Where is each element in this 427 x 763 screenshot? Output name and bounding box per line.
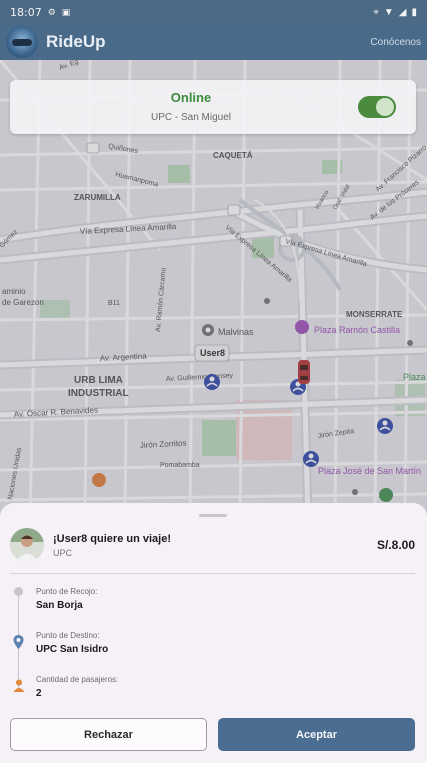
notification-square-icon: ▣ xyxy=(61,6,71,17)
driver-status-card: Online UPC - San Miguel xyxy=(10,80,416,134)
route-shield xyxy=(86,142,100,154)
map-label-naciones: Naciones Unidas xyxy=(7,447,23,501)
pickup-dot-icon xyxy=(14,587,23,596)
restaurant-poi-icon[interactable] xyxy=(92,473,106,487)
about-us-link[interactable]: Conócenos xyxy=(370,37,421,48)
map-label-malvinas: Malvinas xyxy=(218,327,254,337)
map-label-plaza-san-martin: Plaza José de San Martín xyxy=(318,466,421,476)
sheet-drag-handle[interactable] xyxy=(199,514,227,517)
destination-pin-icon xyxy=(13,635,24,649)
online-toggle-knob xyxy=(376,98,394,116)
park-poi-icon[interactable] xyxy=(379,488,393,502)
ride-request-title: ¡User8 quiere un viaje! xyxy=(53,533,171,545)
map-label-zarumilla: ZARUMILLA xyxy=(74,193,121,202)
map-park xyxy=(40,300,70,320)
passenger-marker-icon[interactable] xyxy=(204,374,220,390)
accept-button[interactable]: Aceptar xyxy=(218,718,415,751)
passenger-marker-icon[interactable] xyxy=(377,418,393,434)
map-label-b11: B11 xyxy=(108,300,120,307)
map-label-av-eg: Av. Eg xyxy=(58,60,79,72)
passenger-marker-icon[interactable] xyxy=(303,451,319,467)
destination-label: Punto de Destino: xyxy=(36,631,100,640)
map-poi-dot xyxy=(352,489,358,495)
passengers-value: 2 xyxy=(36,688,42,699)
ride-request-subtitle: UPC xyxy=(53,548,73,558)
map-poi-dot xyxy=(407,340,413,346)
car-marker-icon[interactable] xyxy=(298,360,310,384)
map-label-av-ramon: Av. Ramón Cárcamo xyxy=(155,267,168,332)
map-park xyxy=(168,165,190,183)
gear-icon: ⚙ xyxy=(47,6,56,17)
pickup-value: San Borja xyxy=(36,600,83,611)
map-poi-dot xyxy=(264,298,270,304)
app-bar: RideUp Conócenos xyxy=(0,24,427,60)
avatar xyxy=(10,528,44,562)
avatar-image xyxy=(10,528,44,562)
reject-button[interactable]: Rechazar xyxy=(10,718,207,751)
app-logo xyxy=(6,26,38,58)
user-map-tag-label: User8 xyxy=(200,348,225,358)
location-icon: ⌖ xyxy=(373,6,379,18)
pickup-label: Punto de Recojo: xyxy=(36,587,98,596)
map-label-pomabamba: Pomabamba xyxy=(160,462,200,469)
map-label-caqueta: CAQUETÁ xyxy=(213,151,253,160)
online-toggle[interactable] xyxy=(358,96,396,118)
battery-icon: ▮ xyxy=(411,6,417,18)
plaza-castilla-poi-icon[interactable] xyxy=(295,320,309,334)
app-title: RideUp xyxy=(46,32,106,51)
divider xyxy=(10,573,415,574)
status-time: 18:07 xyxy=(10,5,42,19)
destination-value: UPC San Isidro xyxy=(36,644,109,655)
malvinas-poi-dot xyxy=(205,327,211,333)
ride-request-sheet: ¡User8 quiere un viaje! UPC S/.8.00 Punt… xyxy=(0,503,427,763)
map-label-garezon: de Garezon xyxy=(2,298,44,307)
map-label-industrial: INDUSTRIAL xyxy=(68,388,129,399)
map-label-plaza-castilla: Plaza Ramón Castilla xyxy=(314,325,400,335)
map-label-av-guillermo: Av. Guillermo Dansey xyxy=(166,372,234,383)
online-status-label: Online xyxy=(170,90,212,105)
passengers-person-icon xyxy=(13,679,25,692)
passengers-label: Cantidad de pasajeros: xyxy=(36,675,119,684)
map-label-urb-lima: URB LIMA xyxy=(74,375,123,386)
driver-location-label: UPC - San Miguel xyxy=(150,112,232,123)
route-shield xyxy=(227,204,241,216)
map-label-plaza: Plaza xyxy=(403,372,426,382)
wifi-icon: ▼ xyxy=(383,6,394,18)
ride-price: S/.8.00 xyxy=(376,538,415,552)
status-bar: 18:07 ⚙ ▣ ⌖ ▼ ◢ ▮ xyxy=(0,0,427,24)
map-label-aminio: aminio xyxy=(2,287,26,296)
signal-icon: ◢ xyxy=(398,6,407,18)
map-label-jiron-zorritos: Jirón Zorritos xyxy=(140,439,187,450)
map-label-monserrate: MONSERRATE xyxy=(346,310,403,319)
